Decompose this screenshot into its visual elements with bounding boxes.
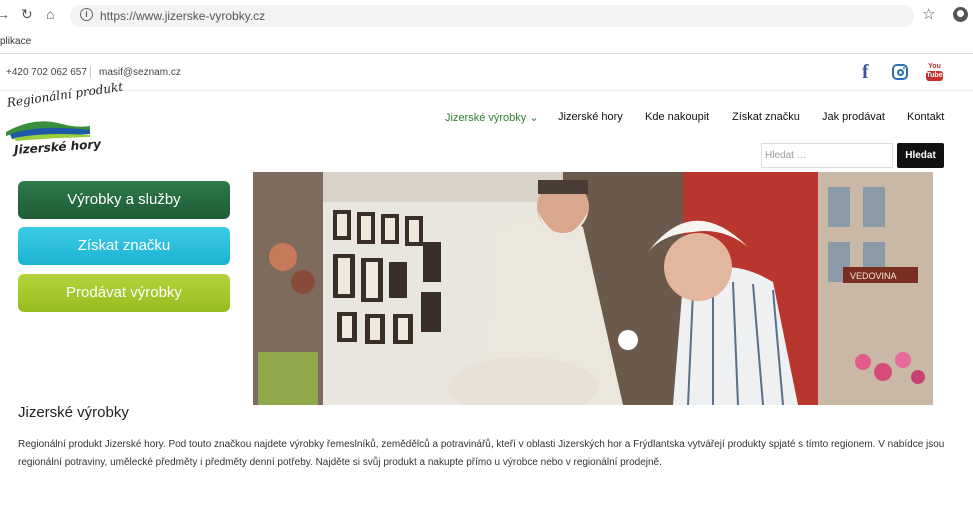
nav-jizerske-vyrobky[interactable]: Jizerské výrobky ⌄ <box>445 111 539 124</box>
home-icon[interactable]: ⌂ <box>46 6 54 22</box>
divider <box>90 66 91 78</box>
main-navigation: Jizerské výrobky ⌄ Jizerské hory Kde nak… <box>0 111 973 127</box>
nav-kde-nakoupit[interactable]: Kde nakoupit <box>645 111 709 123</box>
reload-icon[interactable]: ↻ <box>21 6 33 23</box>
bookmarks-bar: plikace <box>0 32 973 54</box>
phone-number[interactable]: +420 702 062 657 <box>6 67 87 78</box>
search-button[interactable]: Hledat <box>897 143 944 168</box>
section-title: Jizerské výrobky <box>18 404 129 421</box>
email-link[interactable]: masif@seznam.cz <box>99 67 181 78</box>
nav-jizerske-hory[interactable]: Jizerské hory <box>558 111 623 123</box>
forward-icon[interactable]: → <box>0 6 10 22</box>
url-text[interactable]: https://www.jizerske-vyrobky.cz <box>100 9 265 23</box>
contact-bar: +420 702 062 657 masif@seznam.cz f You T… <box>0 55 973 91</box>
nav-ziskat-znacku[interactable]: Získat značku <box>732 111 800 123</box>
sell-products-button[interactable]: Prodávat výrobky <box>18 274 230 312</box>
bookmark-apps[interactable]: plikace <box>0 36 31 47</box>
products-services-button[interactable]: Výrobky a služby <box>18 181 230 219</box>
nav-jak-prodavat[interactable]: Jak prodávat <box>822 111 885 123</box>
info-icon[interactable]: i <box>80 8 93 21</box>
address-bar[interactable]: i https://www.jizerske-vyrobky.cz <box>70 5 914 27</box>
hero-illustration: VEDOVINA <box>253 172 933 405</box>
facebook-icon[interactable]: f <box>862 61 869 84</box>
get-brand-button[interactable]: Získat značku <box>18 227 230 265</box>
section-description: Regionální produkt Jizerské hory. Pod to… <box>18 439 945 468</box>
browser-toolbar: → ↻ ⌂ i https://www.jizerske-vyrobky.cz … <box>0 0 973 32</box>
search-input[interactable] <box>761 143 893 168</box>
profile-icon[interactable] <box>953 7 968 22</box>
hero-photo: VEDOVINA <box>253 172 933 405</box>
instagram-icon[interactable] <box>892 64 908 80</box>
bookmark-star-icon[interactable]: ☆ <box>922 5 935 23</box>
hero-sign-text: VEDOVINA <box>850 271 897 281</box>
youtube-icon[interactable]: You Tube <box>926 63 943 82</box>
site-logo[interactable]: Regionální produkt Jizerské hory <box>4 80 124 162</box>
nav-kontakt[interactable]: Kontakt <box>907 111 944 123</box>
